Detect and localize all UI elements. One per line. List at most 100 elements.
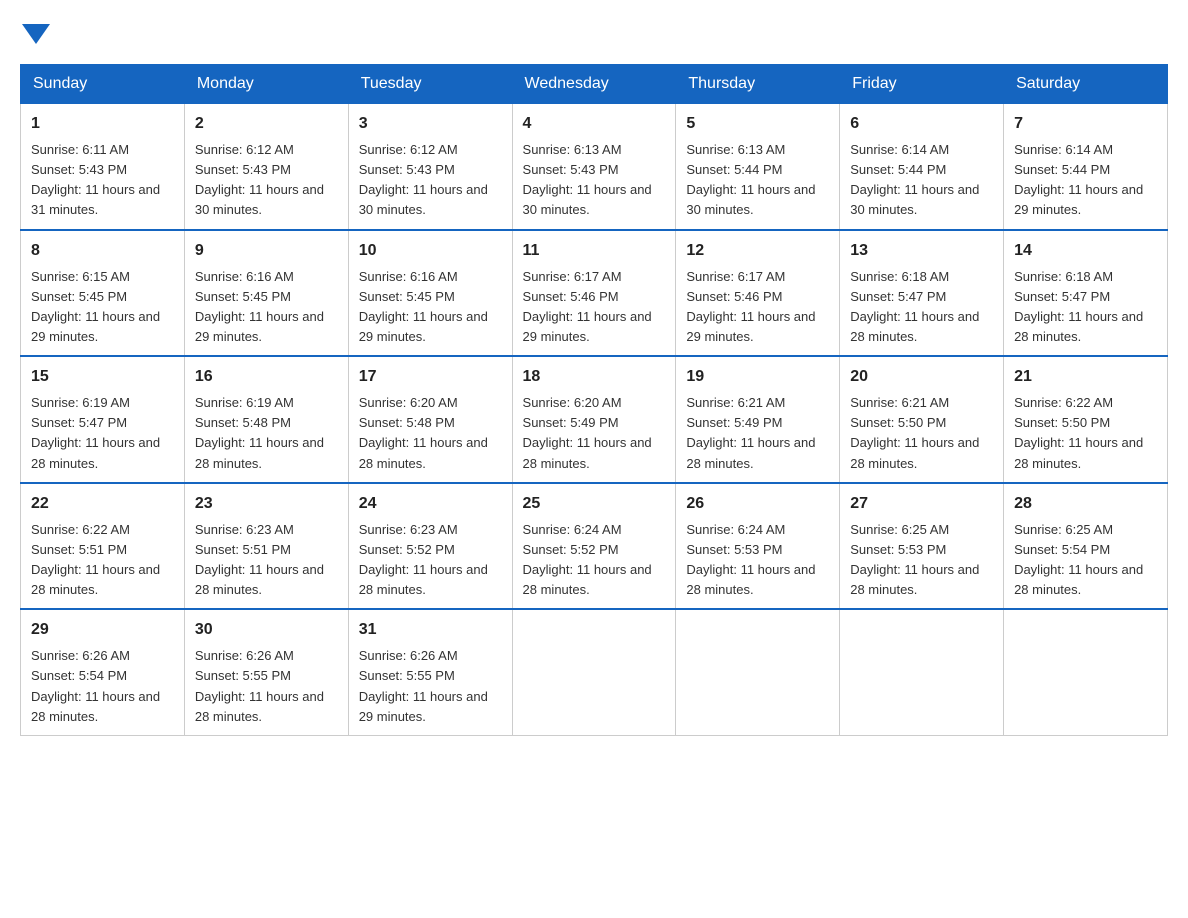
day-info: Sunrise: 6:24 AMSunset: 5:52 PMDaylight:… [523,520,666,601]
calendar-cell: 21Sunrise: 6:22 AMSunset: 5:50 PMDayligh… [1004,356,1168,483]
logo-triangle-icon [22,24,50,44]
calendar-cell: 29 Sunrise: 6:26 AMSunset: 5:54 PMDayligh… [21,609,185,735]
day-number: 2 [195,112,338,136]
day-number: 8 [31,239,174,263]
calendar-cell: 10 Sunrise: 6:16 AMSunset: 5:45 PMDayligh… [348,230,512,357]
day-number: 12 [686,239,829,263]
day-number: 18 [523,365,666,389]
day-number: 23 [195,492,338,516]
day-info: Sunrise: 6:22 AMSunset: 5:51 PMDaylight:… [31,520,174,601]
calendar-week-row: 15 Sunrise: 6:19 AMSunset: 5:47 PMDayligh… [21,356,1168,483]
calendar-cell: 14 Sunrise: 6:18 AMSunset: 5:47 PMDayligh… [1004,230,1168,357]
day-info: Sunrise: 6:17 AMSunset: 5:46 PMDaylight:… [686,267,829,348]
day-info: Sunrise: 6:15 AMSunset: 5:45 PMDaylight:… [31,267,174,348]
column-header-saturday: Saturday [1004,65,1168,104]
day-number: 14 [1014,239,1157,263]
day-info: Sunrise: 6:23 AMSunset: 5:51 PMDaylight:… [195,520,338,601]
day-number: 16 [195,365,338,389]
calendar-cell: 17Sunrise: 6:20 AMSunset: 5:48 PMDayligh… [348,356,512,483]
calendar-header-row: SundayMondayTuesdayWednesdayThursdayFrid… [21,65,1168,104]
column-header-monday: Monday [184,65,348,104]
calendar-cell: 13 Sunrise: 6:18 AMSunset: 5:47 PMDayligh… [840,230,1004,357]
day-info: Sunrise: 6:26 AMSunset: 5:55 PMDaylight:… [195,646,338,727]
calendar-cell: 6Sunrise: 6:14 AMSunset: 5:44 PMDaylight… [840,104,1004,230]
day-number: 15 [31,365,174,389]
calendar-cell [1004,609,1168,735]
column-header-thursday: Thursday [676,65,840,104]
day-info: Sunrise: 6:14 AMSunset: 5:44 PMDaylight:… [850,140,993,221]
day-number: 19 [686,365,829,389]
calendar-cell: 28 Sunrise: 6:25 AMSunset: 5:54 PMDayligh… [1004,483,1168,610]
day-info: Sunrise: 6:18 AMSunset: 5:47 PMDaylight:… [850,267,993,348]
day-number: 30 [195,618,338,642]
day-info: Sunrise: 6:19 AMSunset: 5:48 PMDaylight:… [195,393,338,474]
calendar-cell: 12 Sunrise: 6:17 AMSunset: 5:46 PMDayligh… [676,230,840,357]
calendar-table: SundayMondayTuesdayWednesdayThursdayFrid… [20,64,1168,736]
calendar-cell: 8 Sunrise: 6:15 AMSunset: 5:45 PMDaylight… [21,230,185,357]
calendar-cell: 3 Sunrise: 6:12 AMSunset: 5:43 PMDaylight… [348,104,512,230]
day-info: Sunrise: 6:25 AMSunset: 5:53 PMDaylight:… [850,520,993,601]
day-number: 29 [31,618,174,642]
calendar-cell: 7Sunrise: 6:14 AMSunset: 5:44 PMDaylight… [1004,104,1168,230]
day-info: Sunrise: 6:25 AMSunset: 5:54 PMDaylight:… [1014,520,1157,601]
calendar-cell: 27Sunrise: 6:25 AMSunset: 5:53 PMDayligh… [840,483,1004,610]
calendar-cell: 24 Sunrise: 6:23 AMSunset: 5:52 PMDayligh… [348,483,512,610]
day-info: Sunrise: 6:21 AMSunset: 5:49 PMDaylight:… [686,393,829,474]
day-number: 28 [1014,492,1157,516]
calendar-cell: 4 Sunrise: 6:13 AMSunset: 5:43 PMDaylight… [512,104,676,230]
day-number: 20 [850,365,993,389]
calendar-cell: 1Sunrise: 6:11 AMSunset: 5:43 PMDaylight… [21,104,185,230]
column-header-sunday: Sunday [21,65,185,104]
day-info: Sunrise: 6:26 AMSunset: 5:54 PMDaylight:… [31,646,174,727]
day-number: 7 [1014,112,1157,136]
calendar-cell: 20Sunrise: 6:21 AMSunset: 5:50 PMDayligh… [840,356,1004,483]
day-number: 21 [1014,365,1157,389]
day-info: Sunrise: 6:13 AMSunset: 5:43 PMDaylight:… [523,140,666,221]
day-info: Sunrise: 6:16 AMSunset: 5:45 PMDaylight:… [359,267,502,348]
day-info: Sunrise: 6:11 AMSunset: 5:43 PMDaylight:… [31,140,174,221]
day-info: Sunrise: 6:12 AMSunset: 5:43 PMDaylight:… [359,140,502,221]
day-info: Sunrise: 6:24 AMSunset: 5:53 PMDaylight:… [686,520,829,601]
day-number: 17 [359,365,502,389]
column-header-wednesday: Wednesday [512,65,676,104]
calendar-cell: 16 Sunrise: 6:19 AMSunset: 5:48 PMDayligh… [184,356,348,483]
day-number: 9 [195,239,338,263]
page-header [20,20,1168,44]
day-info: Sunrise: 6:23 AMSunset: 5:52 PMDaylight:… [359,520,502,601]
day-number: 11 [523,239,666,263]
calendar-cell: 19 Sunrise: 6:21 AMSunset: 5:49 PMDayligh… [676,356,840,483]
calendar-cell: 23 Sunrise: 6:23 AMSunset: 5:51 PMDayligh… [184,483,348,610]
calendar-cell: 26 Sunrise: 6:24 AMSunset: 5:53 PMDayligh… [676,483,840,610]
calendar-week-row: 1Sunrise: 6:11 AMSunset: 5:43 PMDaylight… [21,104,1168,230]
calendar-cell: 9Sunrise: 6:16 AMSunset: 5:45 PMDaylight… [184,230,348,357]
day-number: 26 [686,492,829,516]
day-number: 24 [359,492,502,516]
calendar-week-row: 8 Sunrise: 6:15 AMSunset: 5:45 PMDaylight… [21,230,1168,357]
day-number: 25 [523,492,666,516]
day-number: 10 [359,239,502,263]
calendar-week-row: 22 Sunrise: 6:22 AMSunset: 5:51 PMDayligh… [21,483,1168,610]
calendar-cell [840,609,1004,735]
day-number: 31 [359,618,502,642]
day-info: Sunrise: 6:19 AMSunset: 5:47 PMDaylight:… [31,393,174,474]
day-number: 4 [523,112,666,136]
column-header-tuesday: Tuesday [348,65,512,104]
day-number: 13 [850,239,993,263]
day-number: 22 [31,492,174,516]
day-info: Sunrise: 6:17 AMSunset: 5:46 PMDaylight:… [523,267,666,348]
day-info: Sunrise: 6:12 AMSunset: 5:43 PMDaylight:… [195,140,338,221]
calendar-cell [676,609,840,735]
calendar-cell: 11 Sunrise: 6:17 AMSunset: 5:46 PMDayligh… [512,230,676,357]
calendar-cell: 18Sunrise: 6:20 AMSunset: 5:49 PMDayligh… [512,356,676,483]
day-number: 3 [359,112,502,136]
calendar-cell: 2 Sunrise: 6:12 AMSunset: 5:43 PMDaylight… [184,104,348,230]
calendar-cell: 5 Sunrise: 6:13 AMSunset: 5:44 PMDaylight… [676,104,840,230]
logo [20,20,52,44]
day-info: Sunrise: 6:18 AMSunset: 5:47 PMDaylight:… [1014,267,1157,348]
calendar-week-row: 29 Sunrise: 6:26 AMSunset: 5:54 PMDayligh… [21,609,1168,735]
day-info: Sunrise: 6:13 AMSunset: 5:44 PMDaylight:… [686,140,829,221]
calendar-cell: 30 Sunrise: 6:26 AMSunset: 5:55 PMDayligh… [184,609,348,735]
calendar-cell: 25 Sunrise: 6:24 AMSunset: 5:52 PMDayligh… [512,483,676,610]
calendar-cell: 15 Sunrise: 6:19 AMSunset: 5:47 PMDayligh… [21,356,185,483]
day-number: 5 [686,112,829,136]
